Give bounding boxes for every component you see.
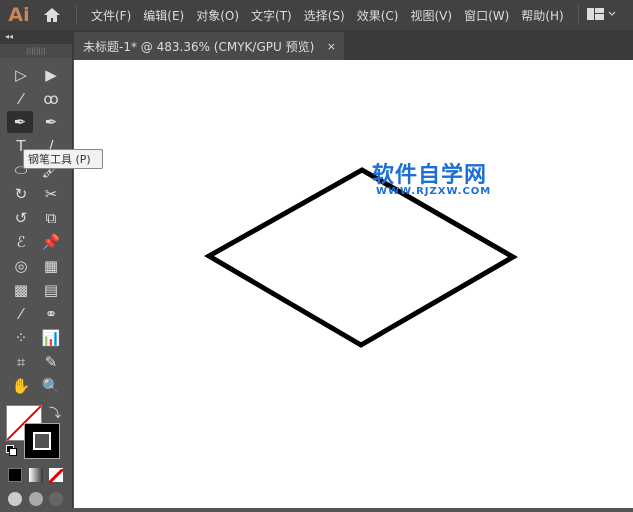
eyedropper-icon[interactable]: ⁄ [8,303,34,325]
column-graph-icon[interactable]: 📊 [38,327,64,349]
selection-tool-icon[interactable]: ▷ [8,64,34,86]
document-tab-bar: 未标题-1* @ 483.36% (CMYK/GPU 预览) × [73,30,633,60]
symbol-sprayer-icon[interactable]: ⁘ [8,327,34,349]
swap-colors-icon[interactable]: ⤵ [46,401,64,423]
diamond-path[interactable] [74,60,633,508]
pen-tool-icon[interactable]: ✒ [7,111,33,133]
zoom-tool-icon[interactable]: 🔍 [38,375,64,397]
direct-selection-tool-icon[interactable]: ▶ [38,64,64,86]
blend-tool-icon[interactable]: ⚭ [38,303,64,325]
perspective-grid-icon[interactable]: ▦ [38,255,64,277]
slice-tool-icon[interactable]: ✎ [38,351,64,373]
workspace-switcher-icon[interactable] [586,7,617,24]
rotate-tool-icon[interactable]: ↺ [8,207,34,229]
magic-wand-icon[interactable]: ⁄ [8,88,34,110]
draw-behind-icon[interactable] [29,492,43,506]
home-icon[interactable] [36,0,68,30]
shaper-tool-icon[interactable]: ↻ [8,183,34,205]
hand-tool-icon[interactable]: ✋ [8,375,34,397]
scissors-icon[interactable]: ✂ [38,183,64,205]
gradient-tool-icon[interactable]: ▤ [38,279,64,301]
app-logo: Ai [8,4,30,26]
menu-file[interactable]: 文件(F) [85,7,137,24]
collapse-panel-button[interactable]: ◂◂ [0,30,72,44]
stroke-swatch[interactable] [24,423,60,459]
menu-object[interactable]: 对象(O) [190,7,245,24]
gradient-mode-button[interactable] [29,468,43,482]
panel-grip[interactable]: |||||||| [0,44,72,58]
none-mode-button[interactable] [47,467,65,485]
artboard-tool-icon[interactable]: ⌗ [8,351,34,373]
divider [577,5,579,25]
watermark-title: 软件自学网 [372,163,488,188]
close-tab-button[interactable]: × [327,40,336,53]
menu-type[interactable]: 文字(T) [245,7,298,24]
default-colors-icon[interactable] [6,445,18,457]
warp-tool-icon[interactable]: ℰ [8,231,34,253]
shape-builder-icon[interactable]: ◎ [8,255,34,277]
menu-bar: Ai 文件(F) 编辑(E) 对象(O) 文字(T) 选择(S) 效果(C) 视… [0,0,633,30]
scale-tool-icon[interactable]: ⧉ [38,207,64,229]
artboard-canvas[interactable] [74,60,633,508]
document-tab[interactable]: 未标题-1* @ 483.36% (CMYK/GPU 预览) × [74,32,344,60]
divider [76,5,77,25]
mesh-tool-icon[interactable]: ▩ [8,279,34,301]
puppet-warp-icon[interactable]: 📌 [38,231,64,253]
menu-effect[interactable]: 效果(C) [351,7,405,24]
color-mode-button[interactable] [8,468,22,482]
menu-edit[interactable]: 编辑(E) [137,7,190,24]
menu-help[interactable]: 帮助(H) [515,7,569,24]
pen-tool-tooltip: 钢笔工具 (P) [23,149,103,169]
menu-window[interactable]: 窗口(W) [458,7,515,24]
menu-select[interactable]: 选择(S) [298,7,351,24]
watermark-url: WWW.RJZXW.COM [376,186,492,197]
lasso-icon[interactable]: ꝏ [38,88,64,110]
curvature-tool-icon[interactable]: ✒ [38,111,64,133]
draw-normal-icon[interactable] [8,492,22,506]
menu-view[interactable]: 视图(V) [404,7,458,24]
document-tab-title: 未标题-1* @ 483.36% (CMYK/GPU 预览) [83,39,315,54]
draw-inside-icon [49,492,63,506]
